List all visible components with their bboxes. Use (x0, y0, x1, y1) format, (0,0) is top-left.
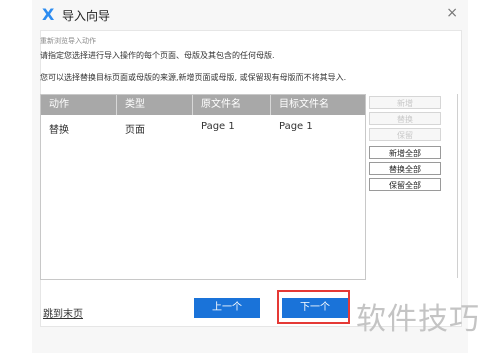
app-logo-icon: X (42, 5, 55, 24)
dialog-title: 导入向导 (62, 9, 111, 23)
column-header-action[interactable]: 动作 (41, 95, 117, 115)
cell-source-name: Page 1 (201, 121, 235, 132)
column-header-source-name[interactable]: 原文件名 (193, 95, 271, 115)
replace-all-button[interactable]: 替换全部 (369, 162, 441, 175)
column-header-type[interactable]: 类型 (117, 95, 193, 115)
cell-type: 页面 (125, 125, 145, 136)
step-subtitle: 重新浏览导入动作 (40, 37, 96, 45)
jump-to-last-page-link[interactable]: 跳到末页 (43, 305, 83, 320)
add-button[interactable]: 新增 (369, 96, 441, 109)
cell-target-name: Page 1 (279, 121, 313, 132)
instruction-text-1: 请指定您选择进行导入操作的每个页面、母版及其包含的任何母版. (40, 51, 275, 60)
close-icon[interactable]: × (446, 5, 458, 21)
table-header: 动作 类型 原文件名 目标文件名 (41, 95, 365, 115)
column-header-target-name[interactable]: 目标文件名 (271, 95, 365, 115)
keep-all-button[interactable]: 保留全部 (369, 178, 441, 191)
add-all-button[interactable]: 新增全部 (369, 146, 441, 159)
next-button-highlight (277, 290, 350, 324)
import-actions-table: 动作 类型 原文件名 目标文件名 替换 页面 Page 1 Page 1 (40, 94, 366, 280)
keep-button[interactable]: 保留 (369, 128, 441, 141)
previous-button[interactable]: 上一个 (194, 298, 260, 318)
replace-button[interactable]: 替换 (369, 112, 441, 125)
panel-divider (457, 94, 458, 278)
title-bar: X 导入向导 × (32, 0, 468, 30)
instruction-text-2: 您可以选择替换目标页面或母版的来源,新增页面或母版, 或保留现有母版而不将其导入… (40, 73, 347, 82)
cell-action: 替换 (49, 125, 69, 136)
watermark-text: 软件技巧 (356, 302, 480, 337)
